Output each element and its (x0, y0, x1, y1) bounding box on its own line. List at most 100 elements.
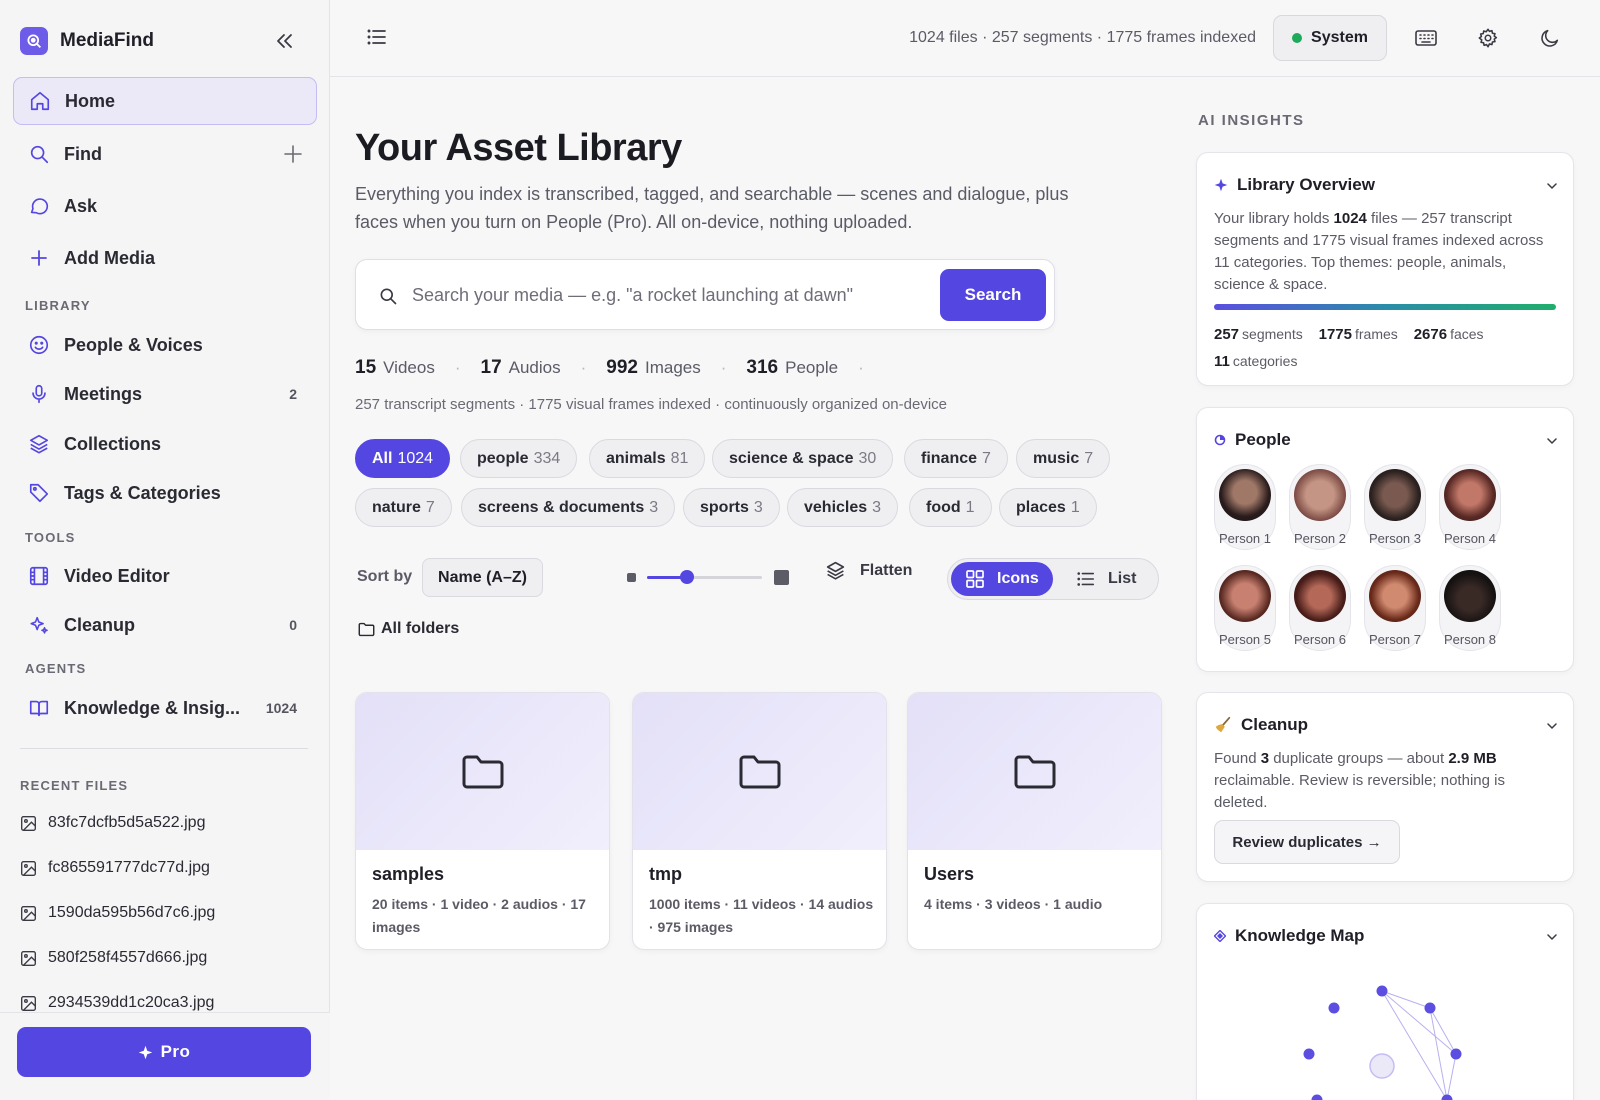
chip-count: 3 (753, 498, 763, 516)
recent-file-item[interactable]: 2934539dd1c20ca3.jpg (20, 994, 214, 1012)
person-chip[interactable]: Person 8 (1439, 565, 1501, 651)
app-logo-icon (20, 27, 48, 55)
breadcrumb[interactable]: All folders (358, 620, 459, 638)
people-label: People (785, 358, 839, 377)
layers-icon (825, 560, 846, 581)
person-chip[interactable]: Person 1 (1214, 464, 1276, 550)
chevron-down-icon[interactable] (1547, 183, 1557, 190)
nav-tags-categories[interactable]: Tags & Categories (13, 469, 317, 517)
person-chip[interactable]: Person 5 (1214, 565, 1276, 651)
category-chip-sports[interactable]: sports 3 (683, 488, 780, 527)
person-chip[interactable]: Person 3 (1364, 464, 1426, 550)
person-name: Person 5 (1218, 632, 1272, 647)
nav-knowledge-insights-label: Knowledge & Insig... (64, 697, 241, 718)
category-chip-people[interactable]: people 334 (460, 439, 578, 478)
view-icons-label: Icons (997, 570, 1039, 587)
person-chip[interactable]: Person 6 (1289, 565, 1351, 651)
nav-add-media[interactable]: Add Media (13, 234, 317, 282)
category-chip-animals[interactable]: animals 81 (589, 439, 706, 478)
chip-count: 334 (533, 449, 561, 467)
flatten-toggle[interactable]: Flatten (825, 560, 912, 581)
nav-find[interactable]: Find (13, 130, 317, 178)
people-header[interactable]: People (1214, 430, 1291, 450)
chevron-down-icon[interactable] (1547, 934, 1557, 941)
list-icon (1076, 569, 1096, 589)
knowledge-map-header[interactable]: Knowledge Map (1214, 926, 1364, 946)
category-chip-science-space[interactable]: science & space 30 (712, 439, 894, 478)
overview-text-a: Your library holds (1214, 210, 1334, 227)
category-chip-music[interactable]: music 7 (1016, 439, 1111, 478)
review-duplicates-button[interactable]: Review duplicates → (1214, 820, 1400, 864)
graph-node[interactable] (1328, 1002, 1340, 1014)
person-chip[interactable]: Person 2 (1289, 464, 1351, 550)
graph-node[interactable] (1450, 1048, 1462, 1060)
recent-file-item[interactable]: 580f258f4557d666.jpg (20, 949, 207, 967)
nav-video-editor-label: Video Editor (64, 565, 170, 586)
category-chip-places[interactable]: places 1 (999, 488, 1097, 527)
recent-file-item[interactable]: fc865591777dc77d.jpg (20, 859, 210, 877)
stat-value: 257 (1214, 326, 1240, 343)
thumbnail-size-slider[interactable] (627, 567, 789, 587)
folder-thumbnail (356, 693, 609, 850)
recent-file-item[interactable]: 83fc7dcfb5d5a522.jpg (20, 814, 205, 832)
keyboard-icon[interactable] (1414, 26, 1438, 50)
collapse-sidebar-icon[interactable] (272, 30, 298, 52)
slider-thumb[interactable] (680, 570, 695, 584)
category-chip-finance[interactable]: finance 7 (904, 439, 1008, 478)
gear-icon[interactable] (1476, 26, 1500, 50)
nav-home[interactable]: Home (13, 77, 317, 125)
chip-count: 3 (649, 498, 659, 516)
category-chip-all[interactable]: All 1024 (355, 439, 451, 478)
brand[interactable]: MediaFind (20, 27, 154, 55)
library-stats: 15 Videos · 17 Audios · 992 Images · 316 People… (355, 357, 884, 379)
images-count: 992 (606, 357, 638, 378)
knowledge-count-badge: 1024 (265, 700, 297, 716)
nav-people-voices[interactable]: People & Voices (13, 321, 317, 369)
search-button[interactable]: Search (940, 269, 1046, 321)
tools-section-label: TOOLS (25, 530, 76, 545)
stat-separator: · (580, 358, 587, 377)
person-chip[interactable]: Person 7 (1364, 565, 1426, 651)
nav-meetings[interactable]: Meetings 2 (13, 370, 317, 418)
chevron-down-icon[interactable] (1547, 723, 1557, 730)
folder-card[interactable]: samples 20 items · 1 video · 2 audios · … (355, 692, 610, 950)
pro-button[interactable]: Pro (17, 1027, 311, 1077)
image-file-icon (20, 860, 37, 877)
category-chip-food[interactable]: food 1 (909, 488, 992, 527)
graph-node[interactable] (1441, 1094, 1453, 1100)
graph-center-node[interactable] (1369, 1053, 1395, 1079)
category-chip-nature[interactable]: nature 7 (355, 488, 452, 527)
folder-card[interactable]: tmp 1000 items · 11 videos · 14 audios ·… (632, 692, 887, 950)
nav-ask[interactable]: Ask (13, 182, 317, 230)
moon-icon[interactable] (1538, 26, 1562, 50)
diamond-icon (1214, 930, 1226, 942)
recent-files-label: RECENT FILES (20, 778, 129, 793)
new-find-plus-icon[interactable] (283, 144, 303, 164)
view-icons-button[interactable]: Icons (951, 562, 1053, 596)
person-chip[interactable]: Person 4 (1439, 464, 1501, 550)
index-status: 1024 files · 257 segments · 1775 frames … (909, 29, 1256, 46)
list-menu-icon[interactable] (366, 26, 388, 48)
person-name: Person 8 (1443, 632, 1497, 647)
view-list-button[interactable]: List (1062, 562, 1150, 596)
cleanup-header[interactable]: Cleanup (1214, 715, 1308, 735)
overview-header[interactable]: Library Overview (1214, 175, 1375, 195)
knowledge-map-graph[interactable] (1197, 964, 1574, 1100)
graph-node[interactable] (1311, 1094, 1323, 1100)
category-chip-vehicles[interactable]: vehicles 3 (787, 488, 899, 527)
graph-node[interactable] (1424, 1002, 1436, 1014)
search-input[interactable] (412, 280, 912, 310)
system-status-button[interactable]: System (1273, 15, 1387, 61)
nav-knowledge-insights[interactable]: Knowledge & Insig... 1024 (13, 684, 317, 732)
chevron-down-icon[interactable] (1547, 438, 1557, 445)
folder-card[interactable]: Users 4 items · 3 videos · 1 audio (907, 692, 1162, 950)
sort-select[interactable]: Name (A–Z) (422, 558, 543, 597)
graph-node[interactable] (1303, 1048, 1315, 1060)
nav-collections[interactable]: Collections (13, 420, 317, 468)
view-mode-toggle: Icons List (947, 558, 1159, 600)
nav-video-editor[interactable]: Video Editor (13, 552, 317, 600)
nav-cleanup[interactable]: Cleanup 0 (13, 601, 317, 649)
recent-file-item[interactable]: 1590da595b56d7c6.jpg (20, 904, 215, 922)
graph-node[interactable] (1376, 985, 1388, 997)
category-chip-screens-documents[interactable]: screens & documents 3 (461, 488, 676, 527)
